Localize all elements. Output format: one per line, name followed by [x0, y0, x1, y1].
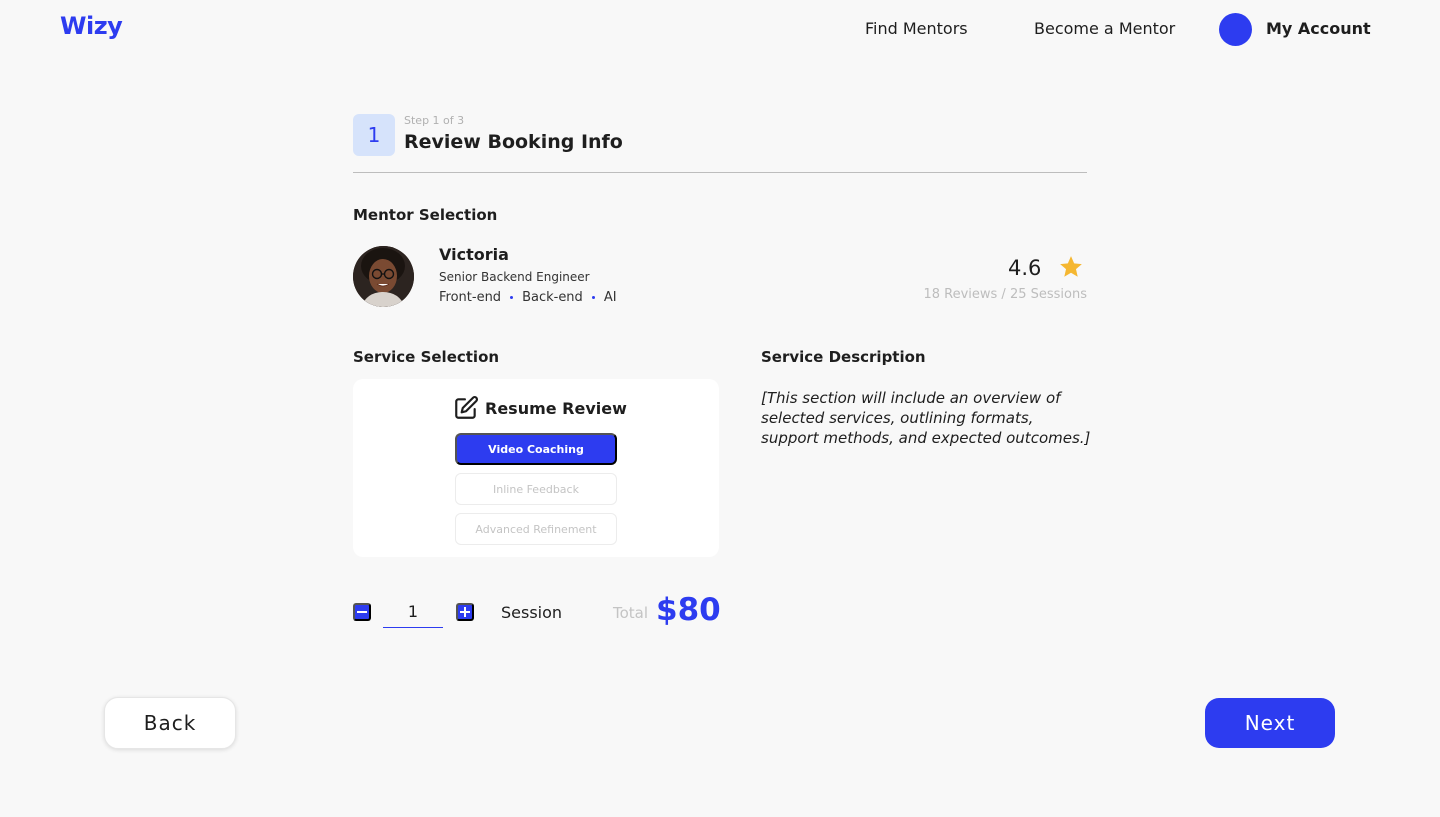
- mentor-selection-heading: Mentor Selection: [353, 206, 498, 224]
- step-number-badge: 1: [353, 114, 395, 156]
- next-button[interactable]: Next: [1205, 698, 1335, 748]
- total-label: Total: [613, 604, 649, 622]
- mentor-rating: 4.6: [1008, 256, 1042, 280]
- back-button[interactable]: Back: [104, 697, 236, 749]
- mentor-role: Senior Backend Engineer: [439, 270, 590, 284]
- service-card: Resume Review Video Coaching Inline Feed…: [353, 379, 719, 557]
- mentor-tags: Front-end Back-end AI: [439, 290, 617, 305]
- mentor-tag: AI: [603, 290, 617, 305]
- reviews-sessions-count: 18 Reviews / 25 Sessions: [923, 287, 1087, 302]
- mentor-tag: Back-end: [522, 290, 583, 305]
- plus-icon: [460, 607, 470, 617]
- option-advanced-refinement[interactable]: Advanced Refinement: [455, 513, 617, 545]
- service-selection-heading: Service Selection: [353, 348, 500, 366]
- nav-find-mentors[interactable]: Find Mentors: [865, 19, 968, 38]
- user-avatar[interactable]: [1219, 13, 1252, 46]
- increase-quantity-button[interactable]: [456, 603, 474, 621]
- wizy-logo[interactable]: Wizy: [60, 12, 123, 40]
- mentor-name: Victoria: [439, 245, 509, 264]
- step-counter: Step 1 of 3: [404, 114, 465, 127]
- tag-separator-dot: [510, 296, 514, 299]
- service-name: Resume Review: [485, 398, 627, 418]
- mentor-tag: Front-end: [439, 290, 502, 305]
- session-quantity-input[interactable]: [383, 596, 443, 628]
- nav-my-account[interactable]: My Account: [1266, 19, 1371, 38]
- page-title: Review Booking Info: [404, 131, 623, 153]
- session-unit-label: Session: [501, 603, 563, 622]
- total-price: $80: [656, 592, 721, 628]
- service-description-text: [This section will include an overview o…: [761, 389, 1091, 447]
- star-icon: [1060, 256, 1082, 277]
- tag-separator-dot: [591, 296, 595, 299]
- decrease-quantity-button[interactable]: [353, 603, 371, 621]
- header-divider: [353, 172, 1087, 173]
- service-description-heading: Service Description: [761, 348, 926, 366]
- option-inline-feedback[interactable]: Inline Feedback: [455, 473, 617, 505]
- mentor-avatar: [353, 246, 414, 307]
- edit-icon: [455, 396, 478, 419]
- service-card-header: Resume Review: [453, 395, 627, 421]
- nav-become-mentor[interactable]: Become a Mentor: [1034, 19, 1175, 38]
- minus-icon: [357, 611, 367, 613]
- option-video-coaching[interactable]: Video Coaching: [455, 433, 617, 465]
